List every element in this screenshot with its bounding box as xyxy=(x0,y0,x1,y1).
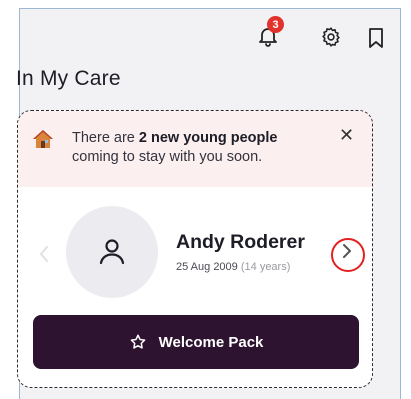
page-title: In My Care xyxy=(16,67,121,90)
person-name: Andy Roderer xyxy=(176,231,305,253)
star-icon xyxy=(130,334,145,349)
bookmark-button[interactable] xyxy=(365,26,387,50)
notification-count-badge: 3 xyxy=(267,16,284,33)
settings-button[interactable] xyxy=(319,25,343,49)
previous-person-button[interactable] xyxy=(36,242,52,266)
gear-icon xyxy=(322,27,340,47)
new-arrivals-banner: There are 2 new young people coming to s… xyxy=(18,111,372,187)
welcome-pack-label: Welcome Pack xyxy=(158,333,264,351)
banner-message: There are 2 new young people coming to s… xyxy=(72,130,278,165)
user-icon xyxy=(99,239,125,265)
person-dob: 25 Aug 2009 (14 years) xyxy=(176,261,291,273)
next-person-button[interactable] xyxy=(334,238,360,264)
young-person-card: There are 2 new young people coming to s… xyxy=(17,110,373,388)
bookmark-icon xyxy=(369,28,383,48)
house-icon xyxy=(33,130,53,148)
welcome-pack-button[interactable]: Welcome Pack xyxy=(33,315,359,369)
close-icon: ✕ xyxy=(339,125,355,145)
close-banner-button[interactable]: ✕ xyxy=(339,125,361,147)
avatar xyxy=(66,206,158,298)
